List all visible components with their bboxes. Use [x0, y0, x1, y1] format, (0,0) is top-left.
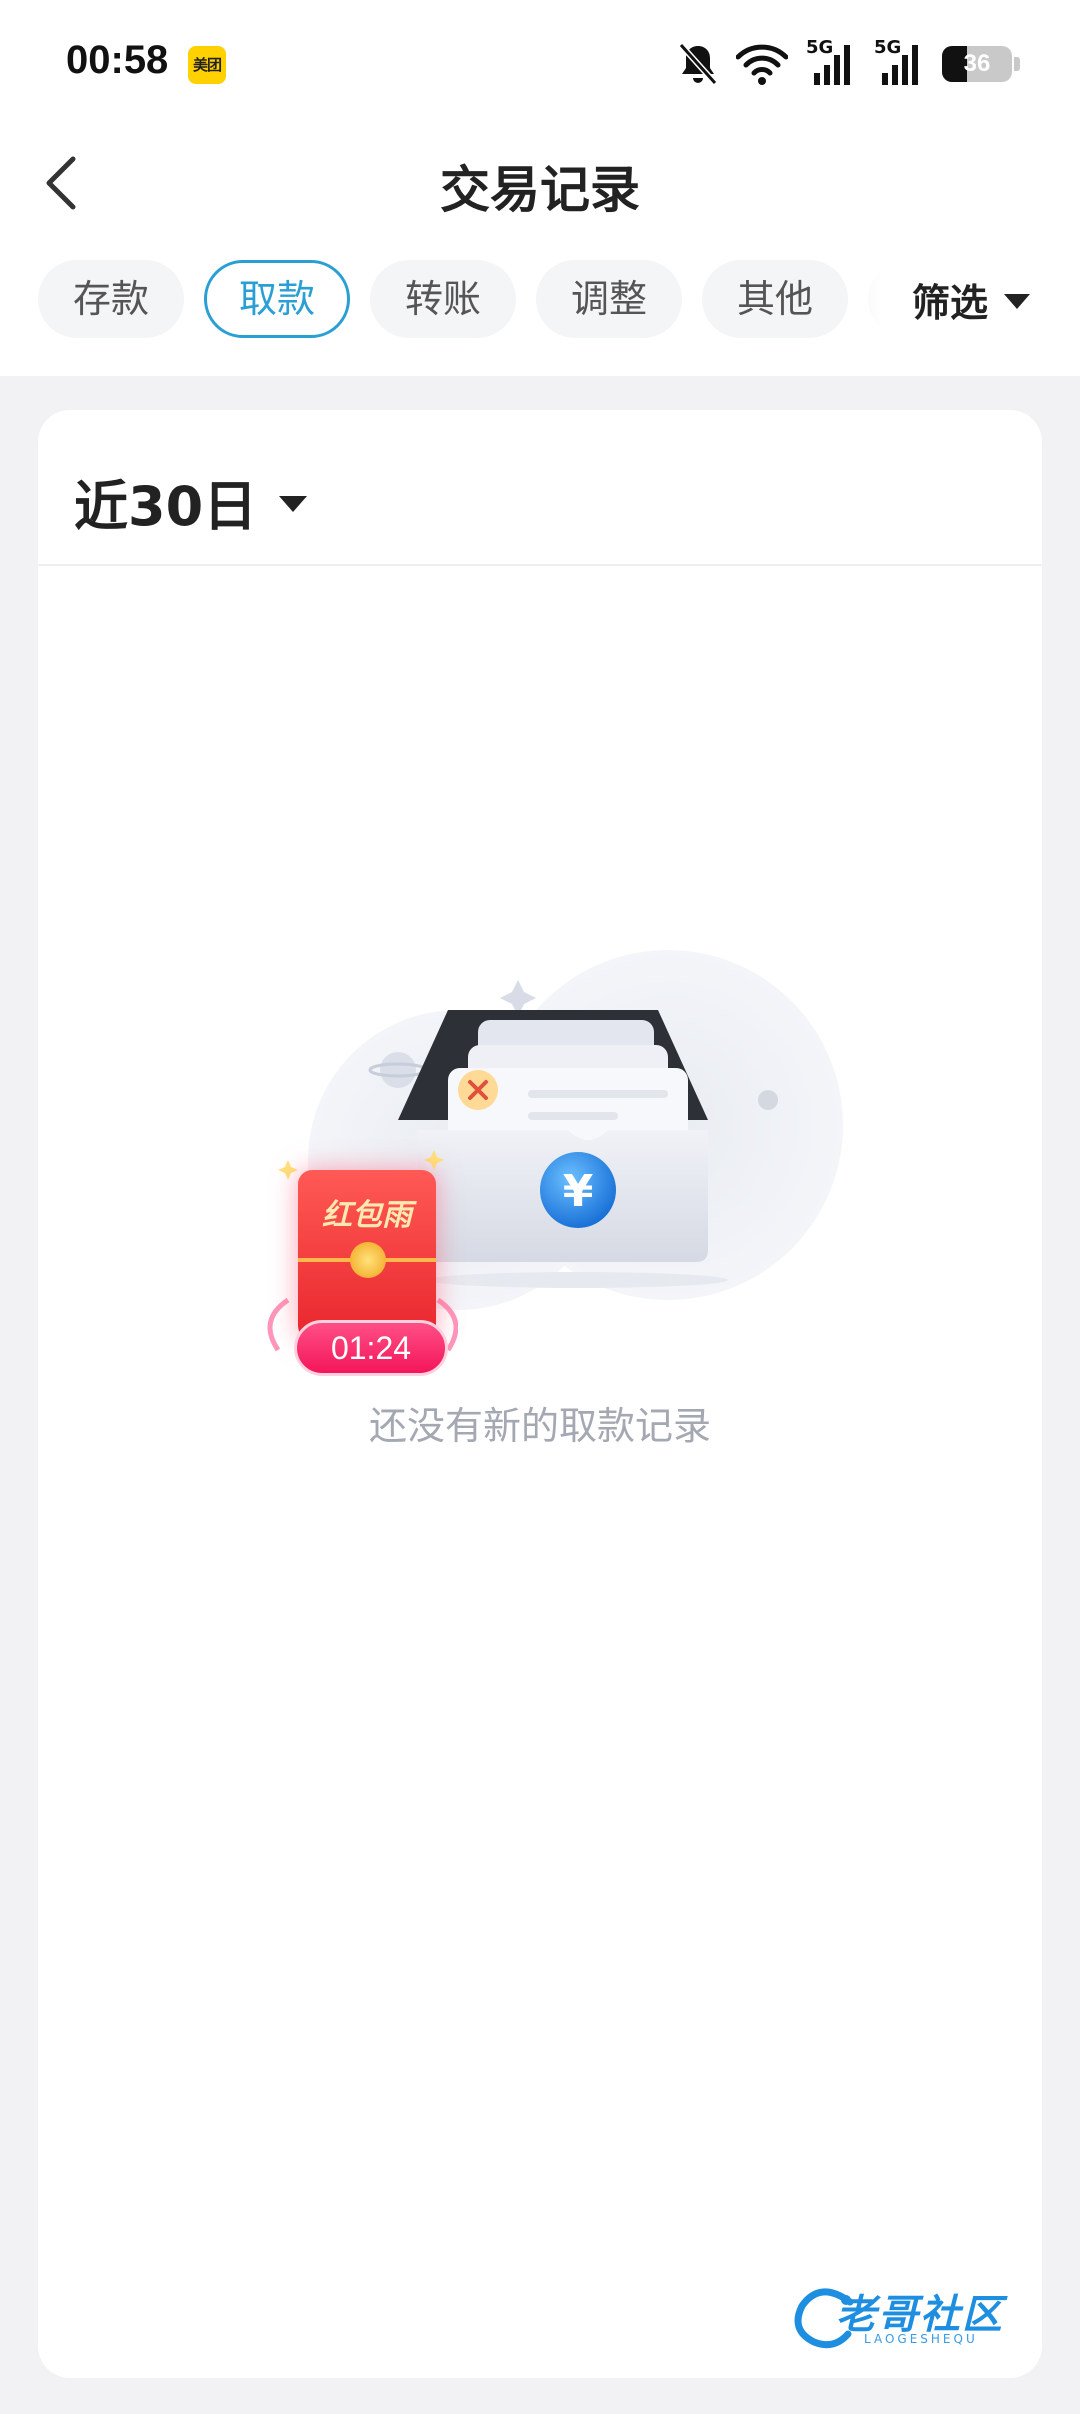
status-bar: 00:58 美团 5G 5G 36 [0, 0, 1080, 128]
battery-icon: 36 [942, 46, 1012, 82]
coin-icon [350, 1242, 386, 1278]
category-tabs: 存款 取款 转账 调整 其他 筛选 [0, 236, 1080, 376]
svg-text:¥: ¥ [563, 1166, 594, 1217]
red-packet-title: 红包雨 [322, 1198, 412, 1233]
tab-adjust[interactable]: 调整 [536, 260, 682, 338]
status-icons: 5G 5G 36 [678, 36, 1020, 92]
bell-muted-icon [678, 42, 718, 86]
filter-button[interactable]: 筛选 [880, 260, 1080, 338]
nav-bar: 交易记录 [0, 128, 1080, 236]
records-card: 近30日 ¥ 还没有新的取款记录 老哥社区 LAOGESHEQU [38, 410, 1042, 2378]
filter-label: 筛选 [912, 280, 989, 325]
period-selector[interactable]: 近30日 [74, 462, 308, 541]
status-time: 00:58 [66, 38, 169, 82]
red-packet-widget[interactable]: 红包雨 01:24 [258, 1150, 458, 1400]
meituan-app-badge: 美团 [188, 46, 226, 84]
page-title: 交易记录 [440, 161, 640, 219]
caret-down-icon [1004, 293, 1031, 309]
period-label: 近30日 [74, 475, 258, 538]
empty-message: 还没有新的取款记录 [368, 1404, 711, 1448]
red-packet-countdown: 01:24 [294, 1320, 448, 1376]
tab-transfer[interactable]: 转账 [370, 260, 516, 338]
watermark-logo: 老哥社区 LAOGESHEQU [790, 2278, 1020, 2358]
tab-other[interactable]: 其他 [702, 260, 848, 338]
battery-tip [1014, 57, 1020, 71]
tab-withdraw[interactable]: 取款 [204, 260, 350, 338]
signal-5g-icon: 5G [874, 37, 924, 87]
tab-deposit[interactable]: 存款 [38, 260, 184, 338]
caret-down-icon [279, 495, 308, 512]
watermark-subtext: LAOGESHEQU [864, 2332, 978, 2346]
battery-level: 36 [963, 50, 991, 77]
wifi-icon [736, 44, 788, 85]
divider [38, 564, 1042, 566]
signal-5g-icon: 5G [806, 37, 856, 87]
